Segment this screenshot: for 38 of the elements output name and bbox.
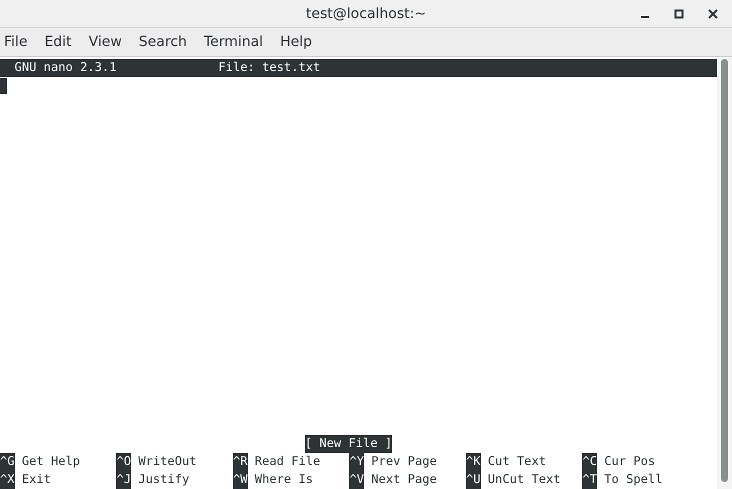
shortcut-key: ^Y [349,453,364,472]
shortcut-label: Get Help [22,453,80,470]
shortcut-label: Exit [22,471,51,488]
scrollbar[interactable] [717,57,732,489]
menu-item[interactable]: File [4,34,28,50]
shortcut-key: ^G [0,453,15,472]
menu-item[interactable]: Search [138,34,187,50]
menu-item[interactable]: Terminal [204,34,264,50]
shortcut-label: WriteOut [138,453,197,470]
shortcut-key: ^J [116,471,132,489]
shortcut-label: Prev Page [371,453,437,470]
menu-item[interactable]: Edit [44,34,72,50]
shortcut-label: Next Page [371,471,437,488]
shortcut-key: ^X [0,471,15,489]
shortcut-key: ^V [349,471,364,489]
window-title: test@localhost:~ [306,6,426,22]
shortcut-label: UnCut Text [488,471,561,488]
shortcut-label: Where Is [254,471,314,488]
nano-version: GNU nano 2.3.1 [14,59,118,76]
shortcut-key: ^C [582,453,597,472]
file-name: File: test.txt [218,59,320,76]
shortcut-label: Justify [138,471,190,488]
status-message: [ New File ] [304,435,392,454]
scrollbar-thumb[interactable] [721,59,728,482]
shortcut-key: ^W [232,471,248,489]
menu-item[interactable]: View [88,34,122,50]
shortcut-label: Cut Text [488,453,546,470]
shortcut-label: Cur Pos [604,453,656,470]
shortcut-key: ^K [466,453,480,472]
shortcut-key: ^T [582,471,597,489]
shortcut-label: Read File [254,453,320,470]
shortcut-key: ^R [232,453,248,472]
menu-item[interactable]: Help [280,34,312,50]
maximize-icon[interactable] [674,9,684,19]
close-icon[interactable] [708,9,718,19]
shortcut-label: To Spell [604,471,662,488]
shortcut-key: ^O [116,453,132,472]
shortcut-key: ^U [466,471,480,489]
